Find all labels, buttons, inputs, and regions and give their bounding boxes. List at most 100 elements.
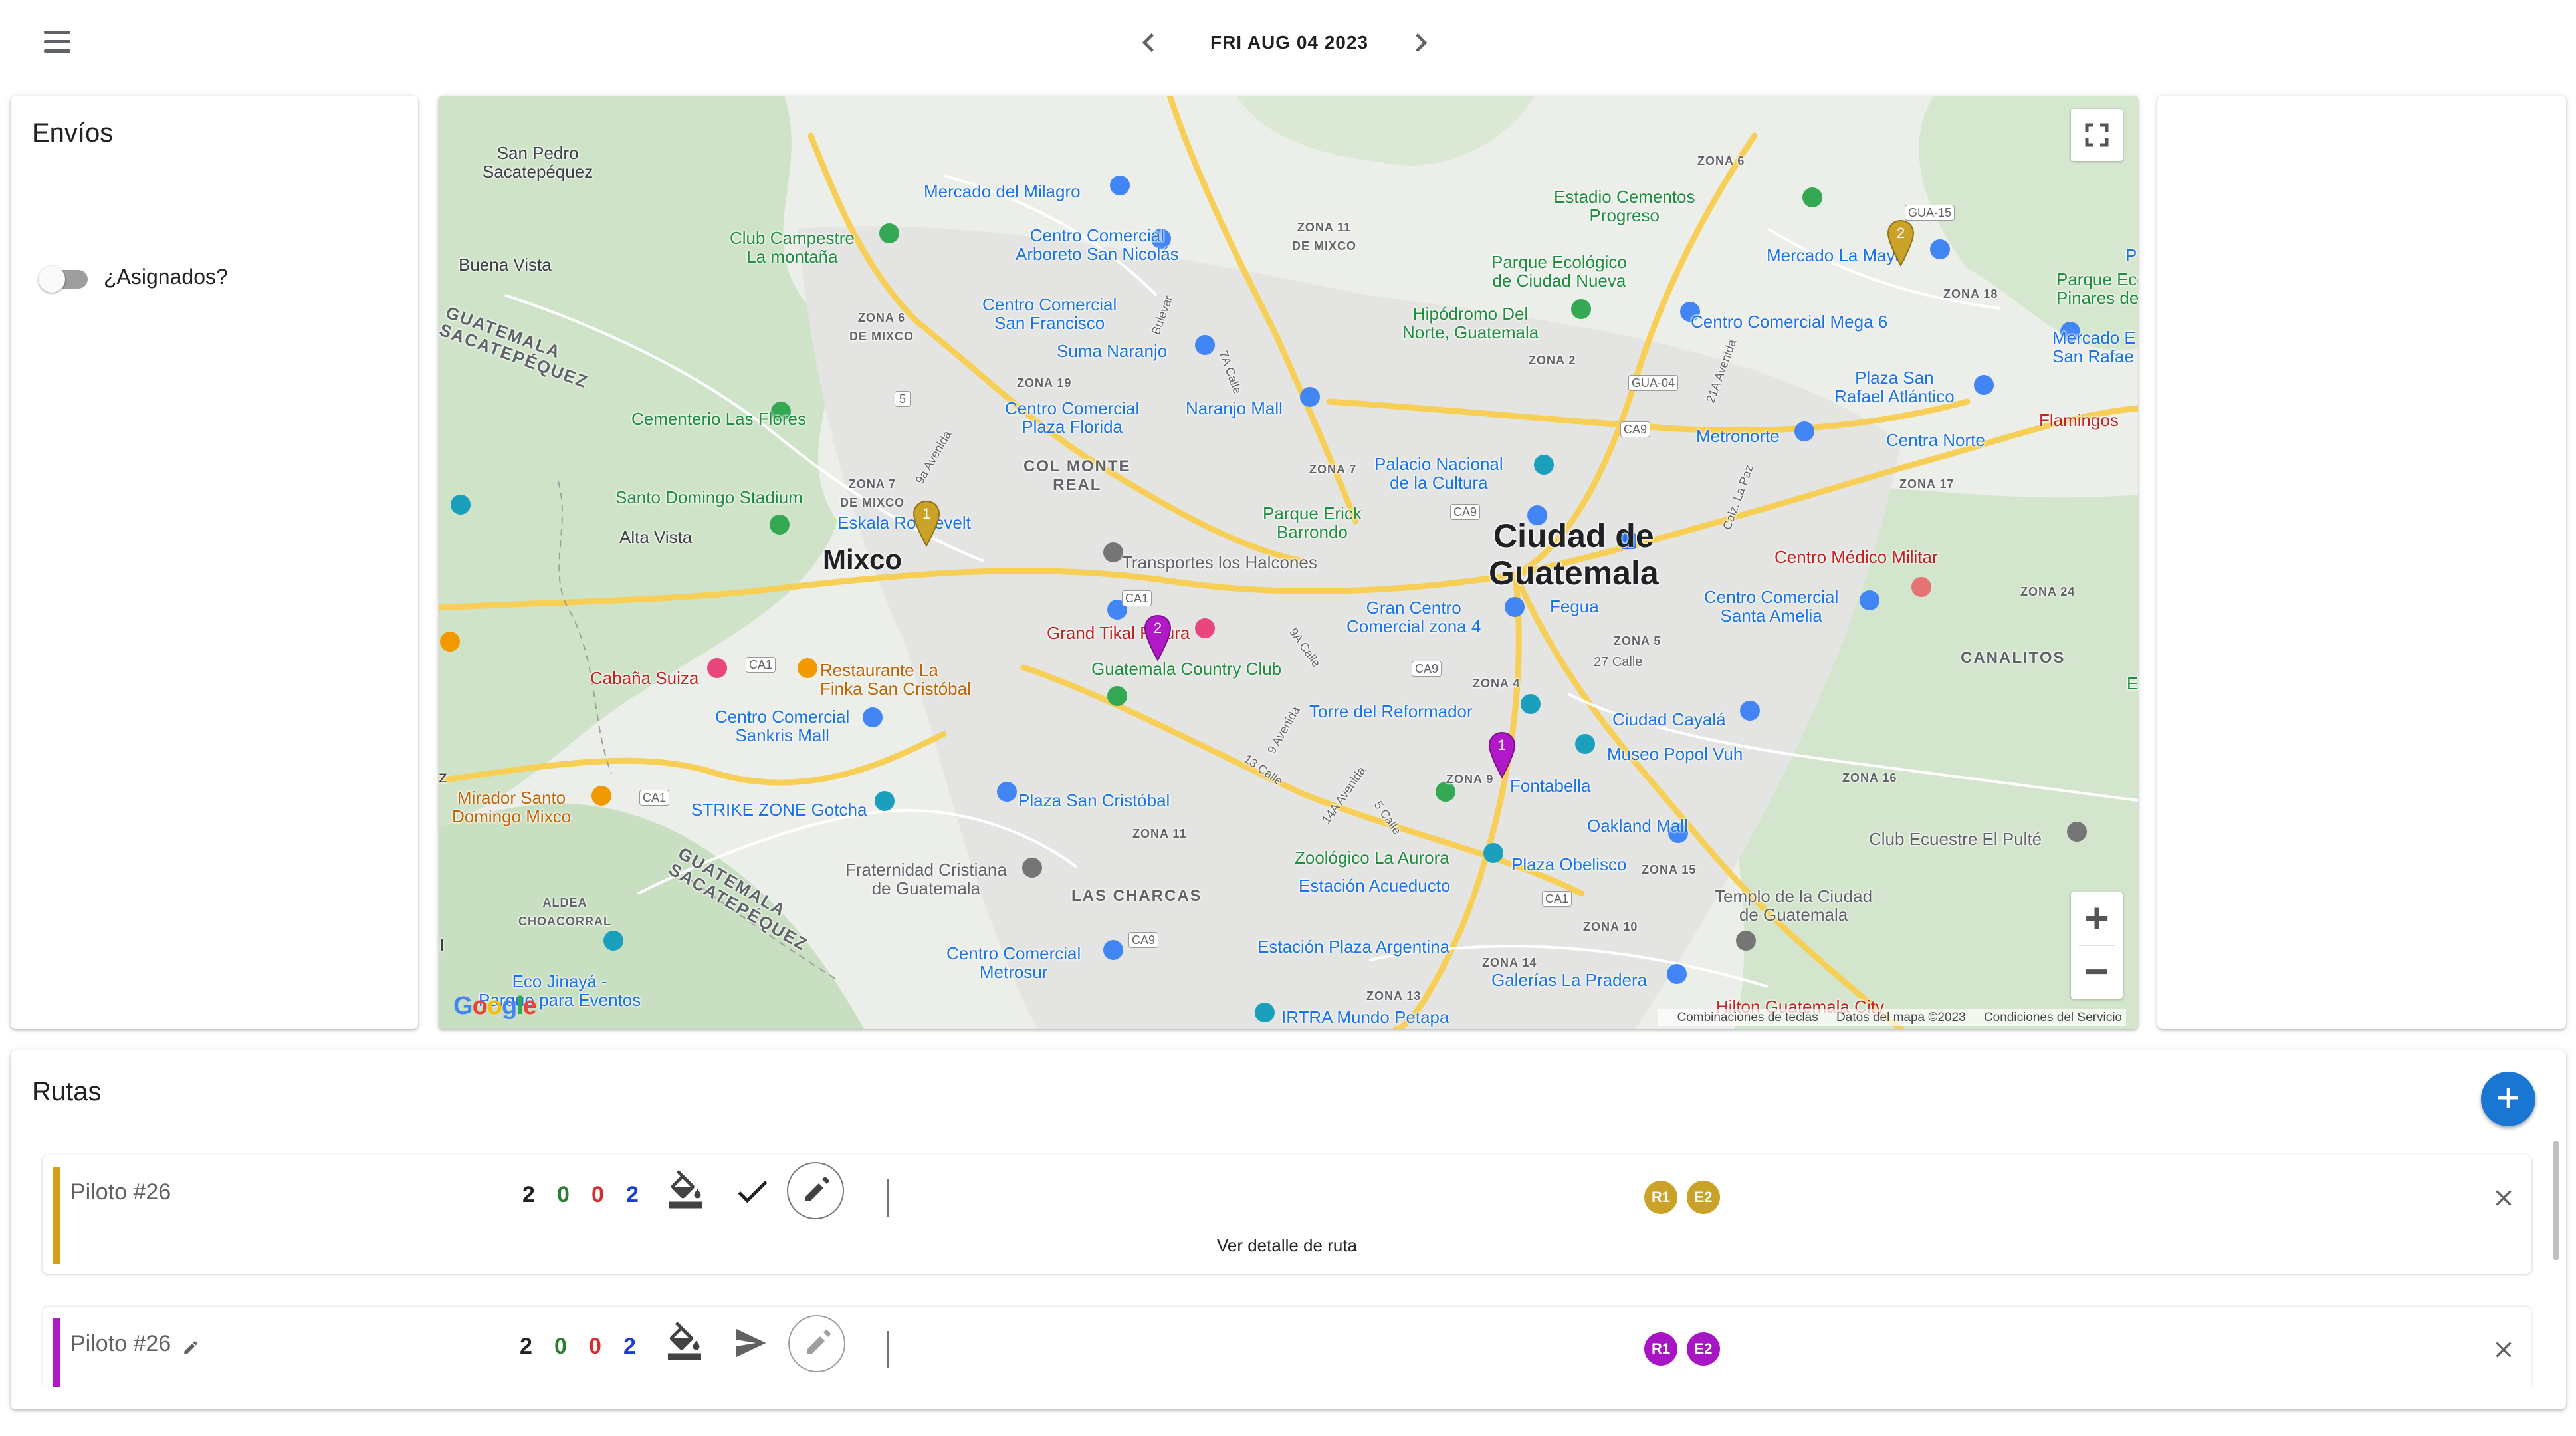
poi-hospital-icon[interactable] xyxy=(1911,577,1931,597)
zoom-out-button[interactable]: − xyxy=(2071,945,2123,999)
poi-shopping-icon[interactable] xyxy=(1667,964,1687,984)
fullscreen-icon[interactable] xyxy=(2071,109,2123,161)
poi-shopping-icon[interactable] xyxy=(1794,421,1814,441)
map-label-oakland-mall: Oakland Mall xyxy=(1587,816,1688,836)
poi-park-icon[interactable] xyxy=(1571,299,1591,319)
map-label-ca1-d: CA1 xyxy=(1542,891,1572,907)
menu-icon[interactable] xyxy=(41,27,76,59)
map-label-flamingos: Flamingos xyxy=(2039,410,2119,430)
badge-e2[interactable]: E2 xyxy=(1687,1181,1720,1214)
poi-hotel-icon[interactable] xyxy=(1195,618,1215,638)
map-label-canalitos: CANALITOS xyxy=(1961,649,2066,667)
asignados-label: ¿Asignados? xyxy=(104,265,228,289)
map-label-zona15: ZONA 15 xyxy=(1642,863,1697,876)
poi-pin-icon[interactable] xyxy=(1103,542,1123,562)
poi-shopping-icon[interactable] xyxy=(1300,387,1320,407)
keyboard-shortcuts-link[interactable]: Combinaciones de teclas xyxy=(1677,1011,1818,1024)
edit-route-button[interactable] xyxy=(788,1315,845,1372)
map-label-27-calle: 27 Calle xyxy=(1594,655,1643,669)
map-label-zona24: ZONA 24 xyxy=(2020,585,2076,598)
poi-monument-icon[interactable] xyxy=(1255,1003,1275,1022)
color-fill-icon[interactable] xyxy=(666,1170,706,1210)
map-label-eskala: Eskala Roosevelt xyxy=(837,513,971,533)
poi-museum-icon[interactable] xyxy=(1575,734,1595,754)
map-label-fontabella: Fontabella xyxy=(1510,776,1591,796)
poi-monument-icon[interactable] xyxy=(451,495,471,515)
map-label-zona16: ZONA 16 xyxy=(1842,771,1897,784)
map-attribution: Combinaciones de teclas Datos del mapa ©… xyxy=(1658,1009,2126,1026)
poi-monument-icon[interactable] xyxy=(1521,694,1541,714)
badge-e2[interactable]: E2 xyxy=(1687,1332,1720,1366)
poi-restaurant-icon[interactable] xyxy=(440,632,460,652)
poi-golf-icon[interactable] xyxy=(1107,686,1127,706)
poi-monument-icon[interactable] xyxy=(603,931,623,951)
add-route-button[interactable]: + xyxy=(2481,1072,2535,1126)
poi-hotel-icon[interactable] xyxy=(707,658,727,678)
map-label-fegua: Fegua xyxy=(1550,596,1599,616)
svg-text:1: 1 xyxy=(922,505,930,522)
map-label-restaurante: Restaurante La Finka San Cristóbal xyxy=(820,660,971,699)
map-label-zona9: ZONA 9 xyxy=(1446,773,1494,786)
google-logo[interactable]: Google xyxy=(453,992,537,1020)
route-marker-purple-2[interactable]: 2 xyxy=(1143,614,1172,662)
poi-pin-icon[interactable] xyxy=(2067,822,2087,842)
color-fill-icon[interactable] xyxy=(665,1322,704,1362)
close-icon[interactable] xyxy=(2490,1185,2517,1211)
map-label-club-campestre: Club Campestre La montaña xyxy=(730,228,855,267)
map-label-las-charcas: LAS CHARCAS xyxy=(1071,887,1202,905)
poi-stadium-icon[interactable] xyxy=(1802,187,1822,207)
poi-restaurant-icon[interactable] xyxy=(798,658,817,678)
map-label-parque-erick: Parque Erick Barrondo xyxy=(1263,503,1362,542)
map-label-strike-zone: STRIKE ZONE Gotcha xyxy=(691,800,867,820)
route-card[interactable]: Piloto #26 2002 R1 E2 Ver detalle de rut… xyxy=(43,1155,2531,1274)
chevron-left-icon[interactable] xyxy=(1130,24,1167,61)
poi-shopping-icon[interactable] xyxy=(1930,239,1950,259)
poi-shopping-icon[interactable] xyxy=(1860,590,1879,610)
route-detail-link[interactable]: Ver detalle de ruta xyxy=(43,1235,2531,1256)
poi-restaurant-icon[interactable] xyxy=(591,786,611,806)
route-marker-yellow-1[interactable]: 1 xyxy=(912,500,941,548)
poi-pin-icon[interactable] xyxy=(1022,858,1042,878)
poi-shopping-icon[interactable] xyxy=(1974,375,1994,395)
map-data-text: Datos del mapa ©2023 xyxy=(1836,1011,1966,1024)
send-icon[interactable] xyxy=(731,1323,771,1363)
edit-route-button[interactable] xyxy=(787,1162,844,1219)
poi-shopping-icon[interactable] xyxy=(1740,701,1760,721)
check-icon xyxy=(732,1171,772,1211)
asignados-toggle[interactable] xyxy=(39,265,89,293)
map-label-aldea: ALDEA CHOACORRAL xyxy=(518,896,611,928)
map-label-club-ecuestre: Club Ecuestre El Pulté xyxy=(1869,829,2042,849)
close-icon[interactable] xyxy=(2490,1336,2517,1363)
poi-stadium-icon[interactable] xyxy=(770,515,790,535)
edit-pilot-icon[interactable] xyxy=(182,1339,199,1356)
poi-shopping-icon[interactable] xyxy=(1195,335,1215,355)
poi-monument-icon[interactable] xyxy=(875,791,895,811)
poi-pin-icon[interactable] xyxy=(1736,931,1756,951)
route-card[interactable]: Piloto #26 2002 R1 E2 xyxy=(43,1307,2531,1387)
map-label-cc-san-francisco: Centro Comercial San Francisco xyxy=(982,295,1117,333)
poi-park-icon[interactable] xyxy=(879,223,899,243)
poi-museum-icon[interactable] xyxy=(1534,455,1554,475)
date-navigator: FRI AUG 04 2023 xyxy=(1130,17,1449,68)
terms-link[interactable]: Condiciones del Servicio xyxy=(1984,1011,2122,1024)
rutas-scrollbar[interactable] xyxy=(2553,1141,2559,1260)
map-label-plaza-san-rafael: Plaza San Rafael Atlántico xyxy=(1834,368,1955,406)
poi-shopping-icon[interactable] xyxy=(1103,940,1123,960)
poi-shopping-icon[interactable] xyxy=(997,782,1017,802)
route-marker-purple-1[interactable]: 1 xyxy=(1487,731,1517,779)
route-marker-yellow-2[interactable]: 2 xyxy=(1886,219,1915,267)
chevron-right-icon[interactable] xyxy=(1402,24,1440,61)
pilot-label: Piloto #26 xyxy=(70,1179,171,1205)
zoom-in-button[interactable]: + xyxy=(2071,892,2123,945)
badge-r1[interactable]: R1 xyxy=(1644,1181,1677,1214)
map-label-templo: Templo de la Ciudad de Guatemala xyxy=(1715,886,1873,925)
poi-shopping-icon[interactable] xyxy=(863,707,883,727)
poi-shopping-icon[interactable] xyxy=(1505,597,1525,617)
poi-monument-icon[interactable] xyxy=(1483,843,1503,863)
poi-shopping-icon[interactable] xyxy=(1110,176,1130,195)
pilot-label: Piloto #26 xyxy=(70,1331,171,1356)
badge-r1[interactable]: R1 xyxy=(1644,1332,1677,1366)
map-label-l-letter: l xyxy=(440,935,444,955)
map-view[interactable]: San Pedro Sacatepéquez Buena Vista GUATEM… xyxy=(439,96,2138,1029)
map-label-gua15: GUA-15 xyxy=(1905,205,1955,221)
